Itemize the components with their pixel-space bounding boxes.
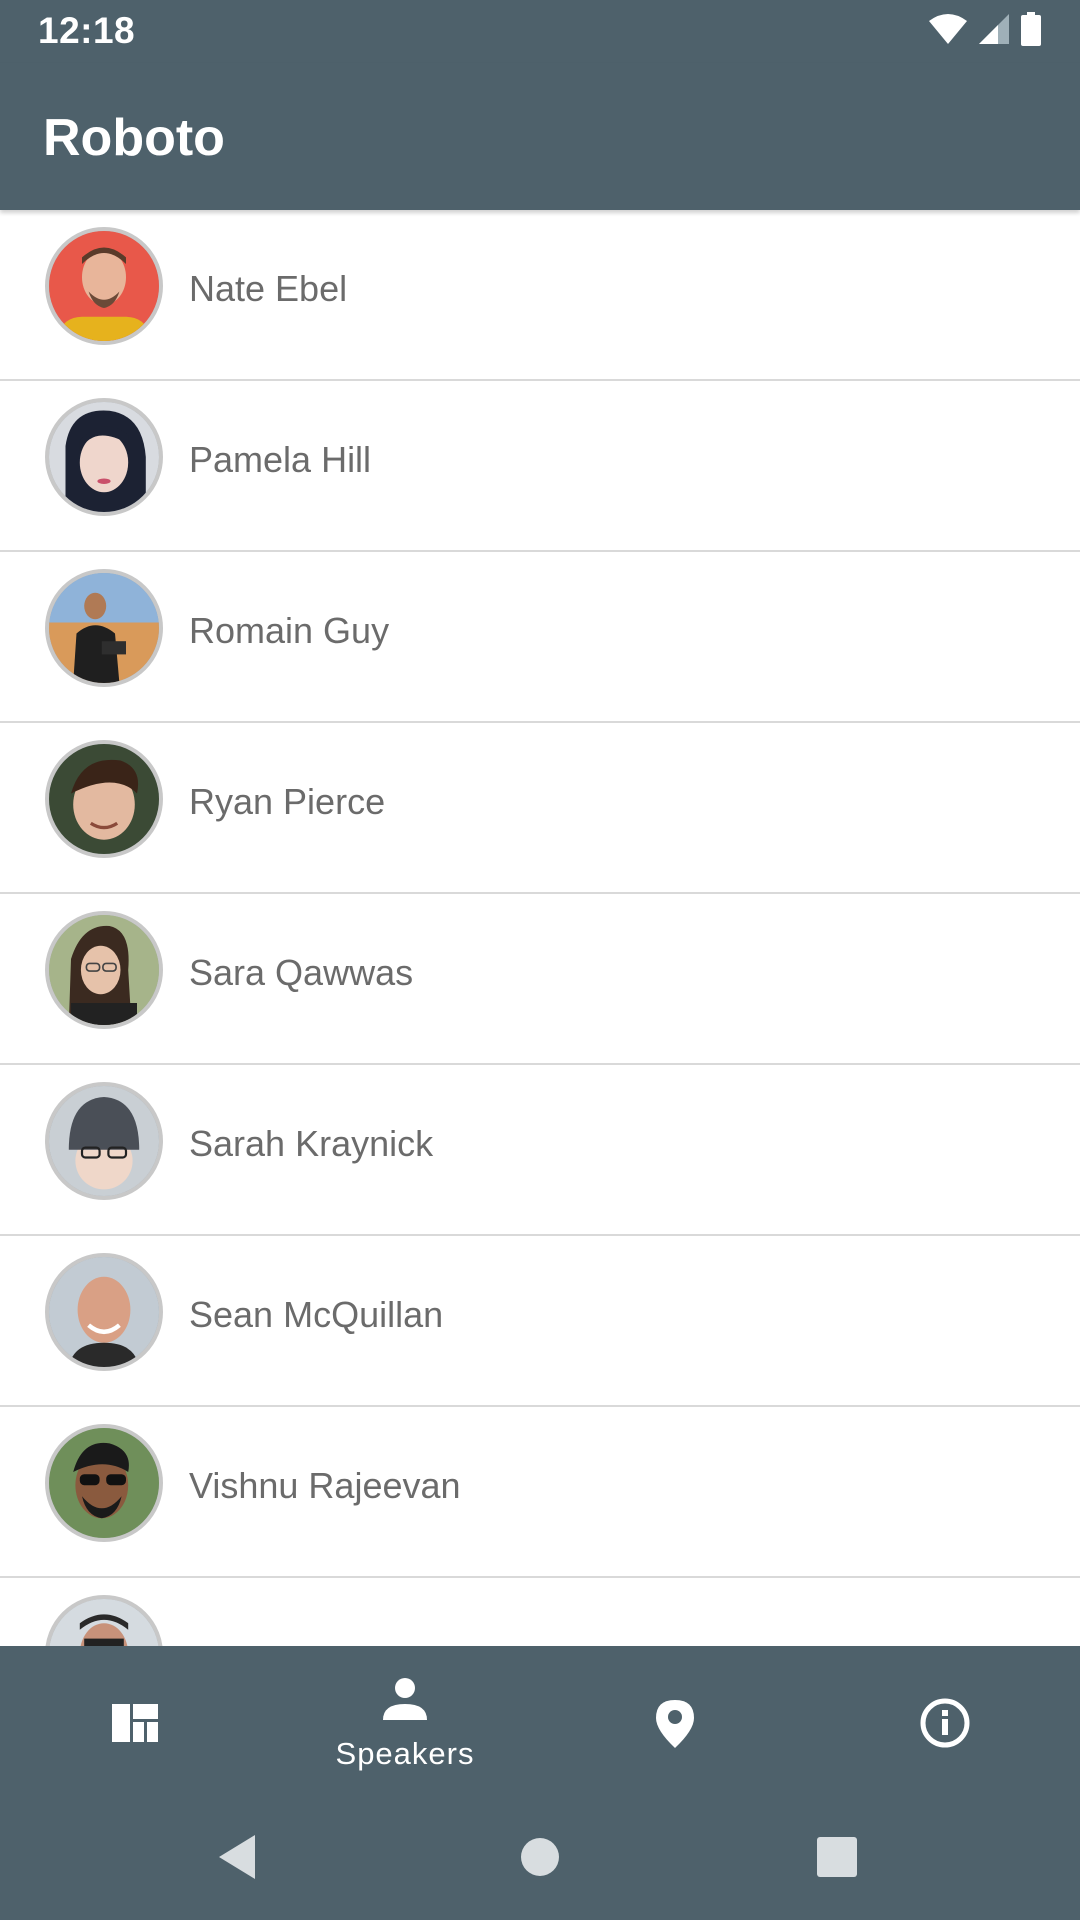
speaker-name: Romain Guy <box>189 610 390 651</box>
location-pin-icon <box>650 1698 700 1748</box>
list-item[interactable]: Sara Qawwas <box>0 894 1080 1065</box>
avatar <box>45 1253 163 1371</box>
nav-label: Speakers <box>335 1736 475 1771</box>
list-item[interactable]: Ryan Pierce <box>0 723 1080 894</box>
nav-item-speakers[interactable]: Speakers <box>270 1646 540 1794</box>
list-item[interactable]: Sean McQuillan <box>0 1236 1080 1407</box>
avatar <box>45 740 163 858</box>
back-icon[interactable] <box>211 1829 267 1885</box>
home-icon[interactable] <box>512 1829 568 1885</box>
avatar <box>45 398 163 516</box>
speaker-name: Nate Ebel <box>189 268 348 309</box>
speaker-name: Sara Qawwas <box>189 952 414 993</box>
speaker-name: Ryan Pierce <box>189 781 386 822</box>
speaker-name: Sean McQuillan <box>189 1294 444 1335</box>
app-bar: Roboto <box>0 63 1080 210</box>
list-item[interactable] <box>0 1578 1080 1646</box>
list-item[interactable]: Romain Guy <box>0 552 1080 723</box>
nav-item-location[interactable] <box>540 1646 810 1794</box>
cell-signal-icon <box>978 13 1010 50</box>
list-item[interactable]: Vishnu Rajeevan <box>0 1407 1080 1578</box>
status-icons <box>928 11 1042 51</box>
wifi-icon <box>928 13 968 50</box>
system-navigation-bar <box>0 1794 1080 1920</box>
speaker-list[interactable]: Nate Ebel Pamela Hill Romain Guy Ryan Pi… <box>0 210 1080 1646</box>
list-item[interactable]: Nate Ebel <box>0 210 1080 381</box>
recents-icon[interactable] <box>809 1829 865 1885</box>
battery-icon <box>1020 11 1042 51</box>
nav-item-info[interactable] <box>810 1646 1080 1794</box>
list-item[interactable]: Pamela Hill <box>0 381 1080 552</box>
dashboard-icon <box>110 1698 160 1748</box>
avatar <box>45 911 163 1029</box>
person-icon <box>380 1674 430 1724</box>
avatar <box>45 1424 163 1542</box>
screen: 12:18 Roboto Nate Ebel Pamela Hill Romai… <box>0 0 1080 1920</box>
info-icon <box>920 1698 970 1748</box>
nav-item-schedule[interactable] <box>0 1646 270 1794</box>
list-item[interactable]: Sarah Kraynick <box>0 1065 1080 1236</box>
bottom-navigation: Speakers <box>0 1646 1080 1794</box>
page-title: Roboto <box>43 109 225 167</box>
avatar <box>45 227 163 345</box>
speaker-name: Vishnu Rajeevan <box>189 1465 461 1506</box>
status-time: 12:18 <box>38 10 136 51</box>
avatar <box>45 569 163 687</box>
avatar <box>45 1595 163 1646</box>
status-bar: 12:18 <box>0 0 1080 63</box>
speaker-name: Sarah Kraynick <box>189 1123 434 1164</box>
avatar <box>45 1082 163 1200</box>
speaker-name: Pamela Hill <box>189 439 372 480</box>
